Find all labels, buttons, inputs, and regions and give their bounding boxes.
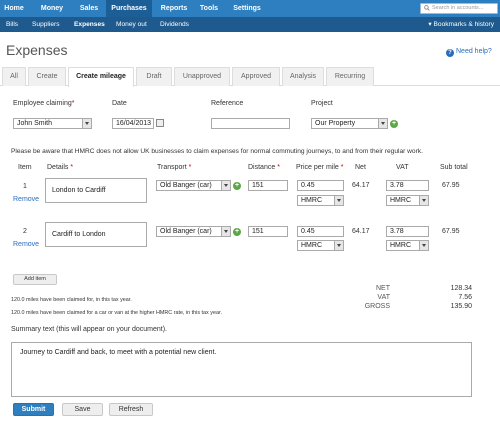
col-details: Details * — [47, 164, 74, 171]
submit-button[interactable]: Submit — [13, 403, 54, 416]
add-transport-icon[interactable]: + — [233, 182, 241, 190]
nav-sales[interactable]: Sales — [74, 0, 104, 17]
help-label: Need help? — [456, 48, 492, 55]
row-2-subtotal: 67.95 — [442, 228, 460, 235]
nav-money[interactable]: Money — [36, 0, 68, 17]
nav-home[interactable]: Home — [0, 0, 28, 17]
add-project-icon[interactable]: + — [390, 120, 398, 128]
search-input[interactable]: Search in accounts... — [420, 3, 498, 14]
col-item: Item — [18, 164, 32, 171]
row-1-rate-select[interactable]: HMRC — [297, 195, 344, 206]
chevron-down-icon — [419, 241, 428, 250]
tab-analysis[interactable]: Analysis — [282, 67, 324, 86]
nav-tools[interactable]: Tools — [194, 0, 224, 17]
row-1-details-input[interactable]: London to Cardiff — [45, 178, 147, 203]
subnav-bills[interactable]: Bills — [6, 17, 18, 32]
add-transport-icon[interactable]: + — [233, 228, 241, 236]
row-2-distance-input[interactable]: 151 — [248, 226, 288, 237]
save-button[interactable]: Save — [62, 403, 103, 416]
reference-label: Reference — [211, 100, 244, 107]
row-2-vat-input[interactable]: 3.78 — [386, 226, 429, 237]
tab-bar: All Create Create mileage Draft Unapprov… — [0, 67, 500, 87]
help-icon: ? — [446, 49, 454, 57]
vat-total-label: VAT — [377, 294, 390, 301]
net-total-label: NET — [376, 285, 390, 292]
row-2-transport-select[interactable]: Old Banger (car) — [156, 226, 231, 237]
gross-total-label: GROSS — [364, 303, 390, 310]
bookmarks-link[interactable]: ▾ Bookmarks & history — [428, 17, 494, 32]
search-icon — [424, 5, 430, 11]
gross-total-value: 135.90 — [450, 303, 472, 310]
chevron-down-icon — [221, 227, 230, 236]
top-nav: Home Money Sales Purchases Reports Tools… — [0, 0, 500, 17]
help-link[interactable]: ? Need help? — [446, 48, 492, 57]
claim-info-2: 120.0 miles have been claimed for a car … — [11, 310, 222, 316]
row-1-item: 1 — [23, 183, 27, 190]
net-total-value: 128.34 — [450, 285, 472, 292]
tab-all[interactable]: All — [2, 67, 26, 86]
tab-unapproved[interactable]: Unapproved — [174, 67, 230, 86]
sub-nav: Bills Suppliers Expenses Money out Divid… — [0, 17, 500, 32]
col-price: Price per mile * — [296, 164, 344, 171]
subnav-money-out[interactable]: Money out — [116, 17, 147, 32]
col-transport: Transport * — [157, 164, 192, 171]
chevron-down-icon — [419, 196, 428, 205]
subnav-dividends[interactable]: Dividends — [160, 17, 189, 32]
row-2-item: 2 — [23, 228, 27, 235]
vat-total-value: 7.56 — [458, 294, 472, 301]
col-distance: Distance * — [248, 164, 280, 171]
hmrc-notice: Please be aware that HMRC does not allow… — [11, 148, 423, 155]
row-1-subtotal: 67.95 — [442, 182, 460, 189]
row-2-net: 64.17 — [352, 228, 370, 235]
tab-create-mileage[interactable]: Create mileage — [68, 67, 134, 87]
nav-purchases[interactable]: Purchases — [106, 0, 152, 17]
add-item-button[interactable]: Add item — [13, 274, 57, 285]
search-placeholder: Search in accounts... — [432, 5, 484, 11]
employee-label: Employee claiming* — [13, 100, 75, 107]
chevron-down-icon — [378, 119, 387, 128]
subnav-expenses[interactable]: Expenses — [74, 17, 105, 32]
row-1-net: 64.17 — [352, 182, 370, 189]
chevron-down-icon — [334, 241, 343, 250]
reference-input[interactable] — [211, 118, 290, 129]
nav-reports[interactable]: Reports — [156, 0, 192, 17]
row-2-vat-rate-select[interactable]: HMRC — [386, 240, 429, 251]
row-1-transport-select[interactable]: Old Banger (car) — [156, 180, 231, 191]
chevron-down-icon — [334, 196, 343, 205]
row-1-vat-rate-select[interactable]: HMRC — [386, 195, 429, 206]
summary-textarea[interactable]: Journey to Cardiff and back, to meet wit… — [11, 342, 472, 397]
col-subtotal: Sub total — [440, 164, 468, 171]
row-1-price-input[interactable]: 0.45 — [297, 180, 344, 191]
row-2-rate-select[interactable]: HMRC — [297, 240, 344, 251]
col-vat: VAT — [396, 164, 409, 171]
tab-draft[interactable]: Draft — [136, 67, 172, 86]
page-title: Expenses — [6, 42, 68, 58]
bookmarks-label: Bookmarks & history — [433, 21, 494, 28]
date-label: Date — [112, 100, 127, 107]
col-net: Net — [355, 164, 366, 171]
summary-label: Summary text (this will appear on your d… — [11, 326, 168, 333]
project-label: Project — [311, 100, 333, 107]
chevron-down-icon — [82, 119, 91, 128]
row-2-remove-link[interactable]: Remove — [13, 241, 39, 248]
nav-settings[interactable]: Settings — [228, 0, 266, 17]
row-2-details-input[interactable]: Cardiff to London — [45, 222, 147, 247]
row-1-vat-input[interactable]: 3.78 — [386, 180, 429, 191]
date-input[interactable]: 16/04/2013 — [112, 118, 154, 129]
subnav-suppliers[interactable]: Suppliers — [32, 17, 60, 32]
employee-select[interactable]: John Smith — [13, 118, 92, 129]
tab-recurring[interactable]: Recurring — [326, 67, 374, 86]
tab-approved[interactable]: Approved — [232, 67, 280, 86]
calendar-icon[interactable] — [156, 119, 164, 127]
claim-info-1: 120.0 miles have been claimed for, in th… — [11, 297, 132, 303]
refresh-button[interactable]: Refresh — [109, 403, 153, 416]
row-1-distance-input[interactable]: 151 — [248, 180, 288, 191]
tab-create[interactable]: Create — [28, 67, 66, 86]
row-2-price-input[interactable]: 0.45 — [297, 226, 344, 237]
project-select[interactable]: Our Property — [311, 118, 388, 129]
chevron-down-icon — [221, 181, 230, 190]
row-1-remove-link[interactable]: Remove — [13, 196, 39, 203]
